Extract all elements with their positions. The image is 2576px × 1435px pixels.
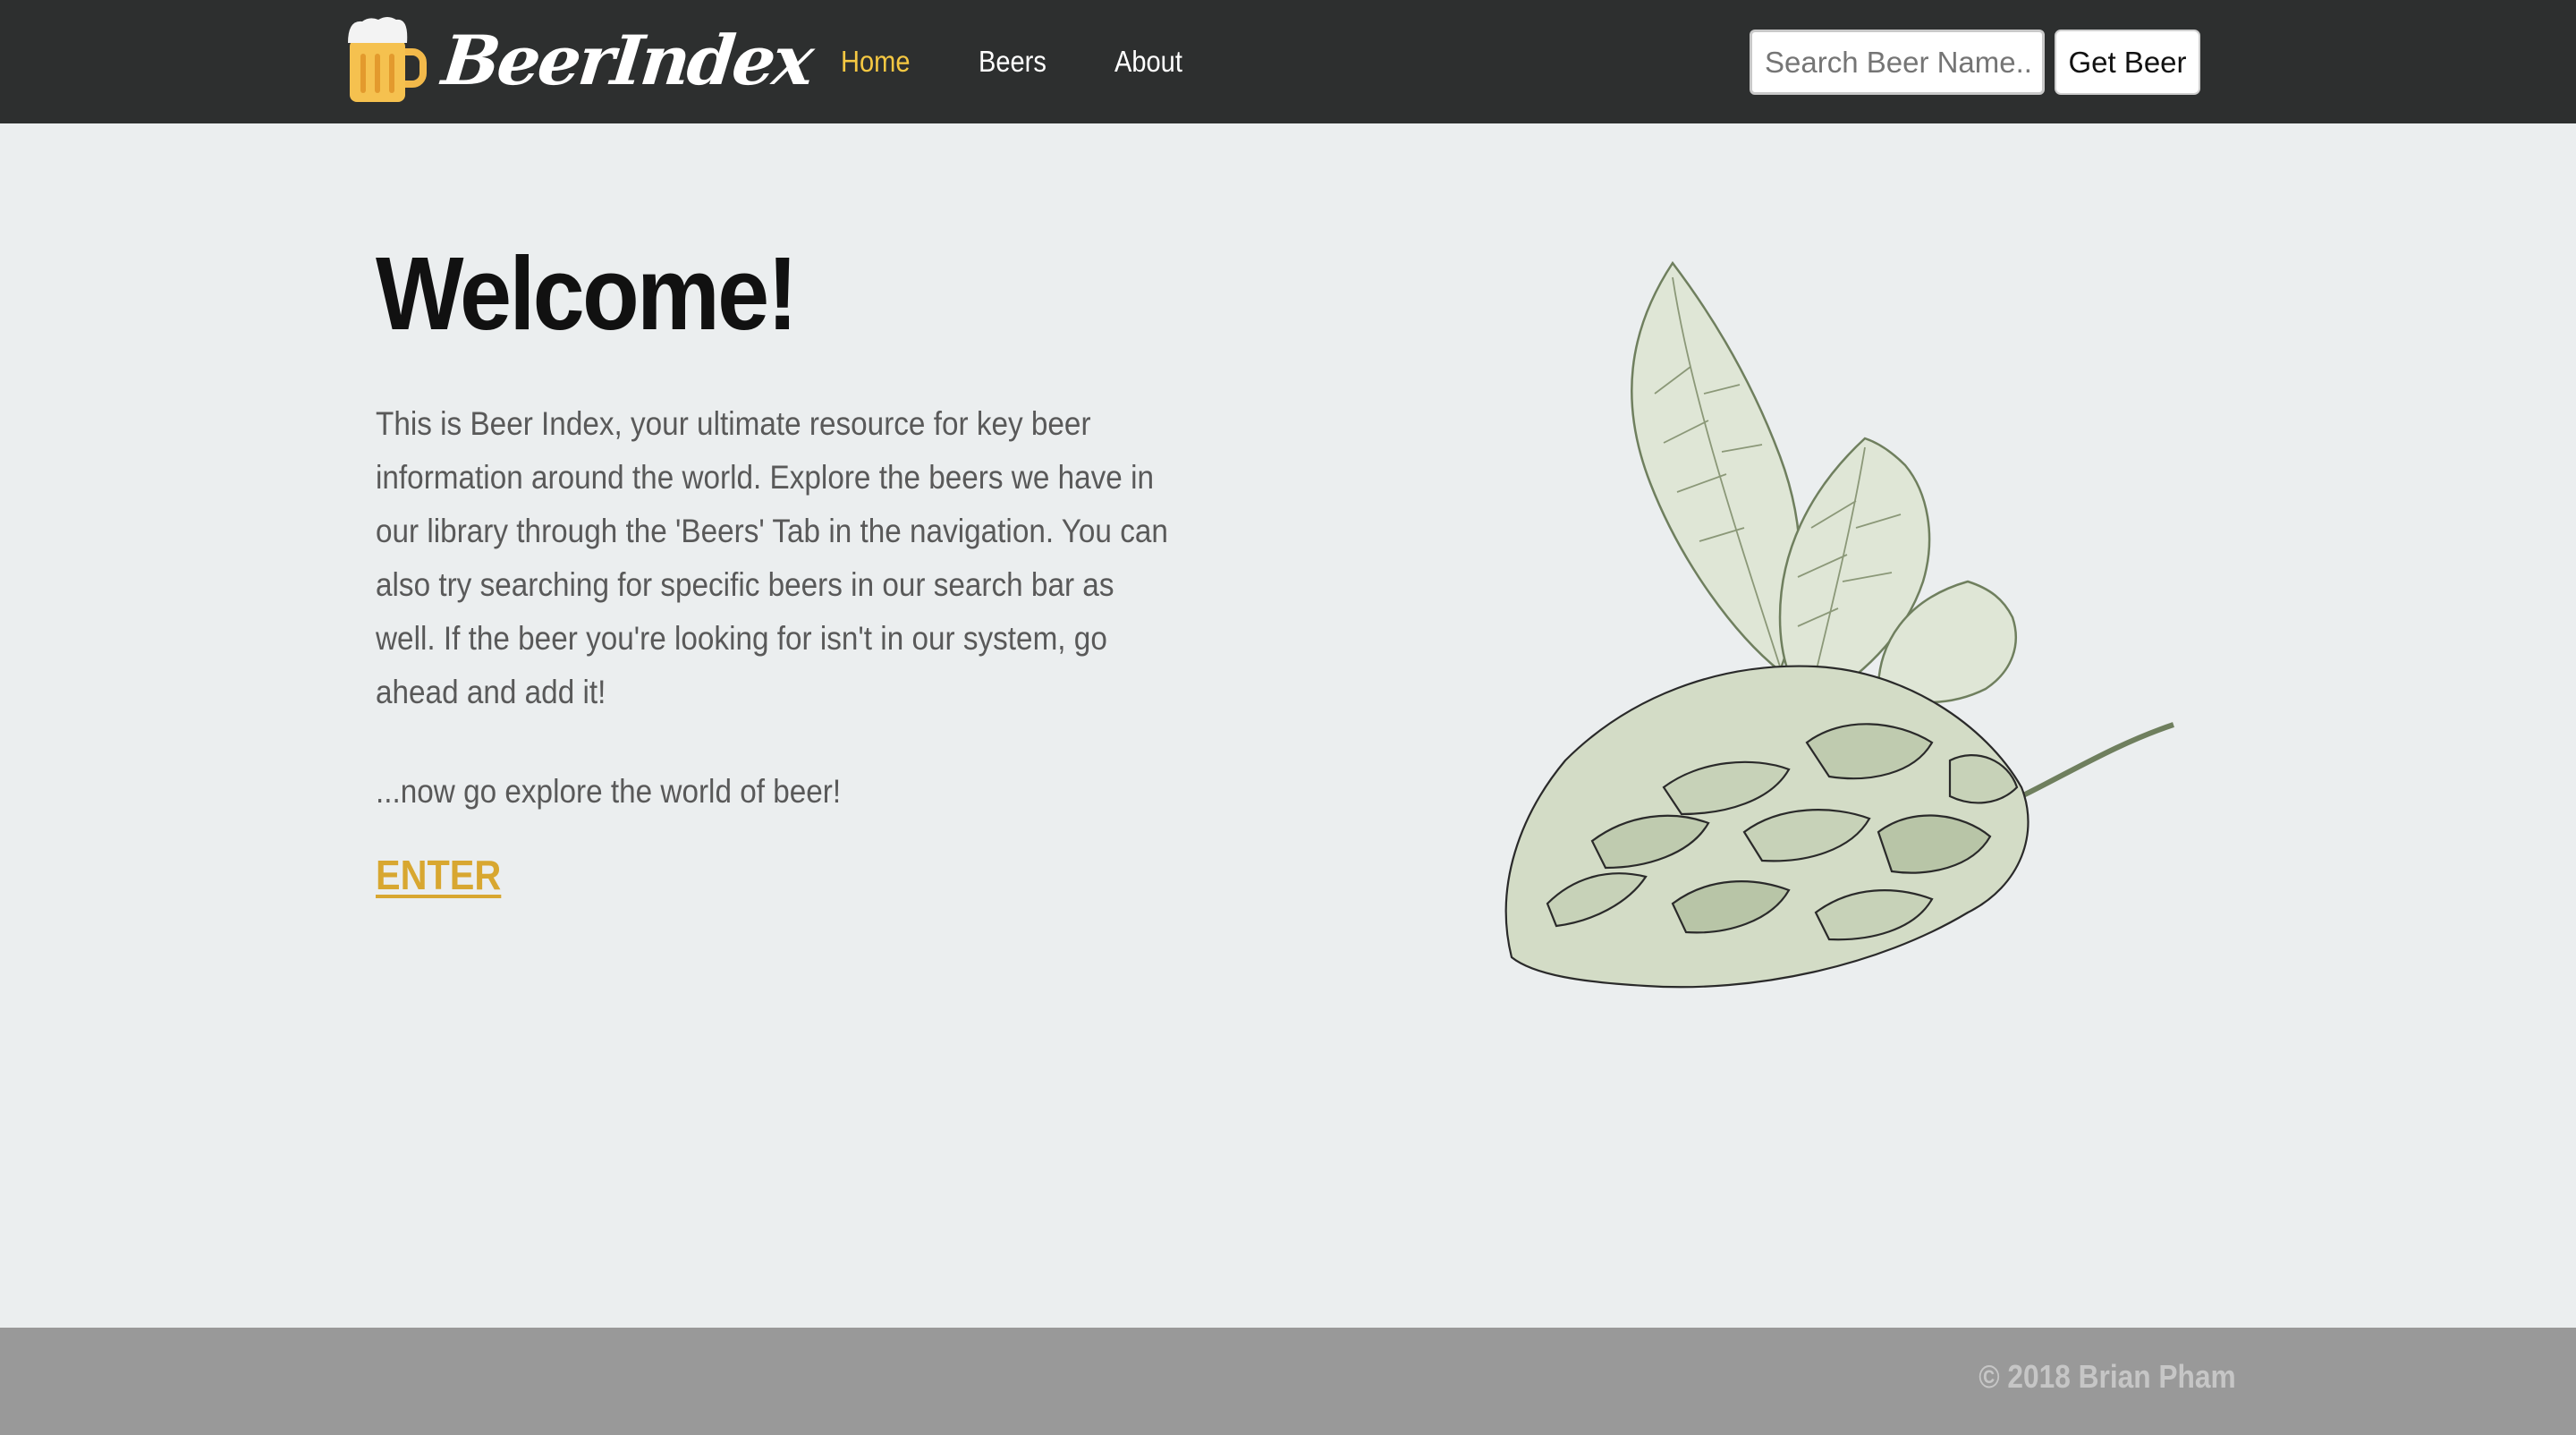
brand-name: BeerIndex bbox=[438, 21, 816, 100]
search-input[interactable] bbox=[1750, 30, 2045, 95]
beer-mug-icon bbox=[348, 17, 427, 102]
main-nav: Home Beers About bbox=[841, 0, 1251, 123]
copyright-text: © 2018 Brian Pham bbox=[1979, 1358, 2236, 1395]
nav-link-home[interactable]: Home bbox=[841, 45, 910, 79]
explore-text: ...now go explore the world of beer! bbox=[376, 773, 842, 810]
top-navbar: BeerIndex Home Beers About Get Beer bbox=[0, 0, 2576, 123]
brand-logo[interactable]: BeerIndex bbox=[344, 16, 815, 106]
nav-link-about[interactable]: About bbox=[1114, 45, 1182, 79]
enter-link[interactable]: ENTER bbox=[376, 851, 501, 899]
page-footer: © 2018 Brian Pham bbox=[0, 1328, 2576, 1435]
get-beer-button[interactable]: Get Beer bbox=[2055, 30, 2200, 95]
page-title: Welcome! bbox=[376, 235, 798, 352]
hop-cone-illustration bbox=[1504, 260, 2174, 989]
intro-paragraph: This is Beer Index, your ultimate resour… bbox=[376, 405, 1168, 710]
welcome-section: Welcome! This is Beer Index, your ultima… bbox=[376, 242, 1199, 899]
nav-link-beers[interactable]: Beers bbox=[979, 45, 1046, 79]
